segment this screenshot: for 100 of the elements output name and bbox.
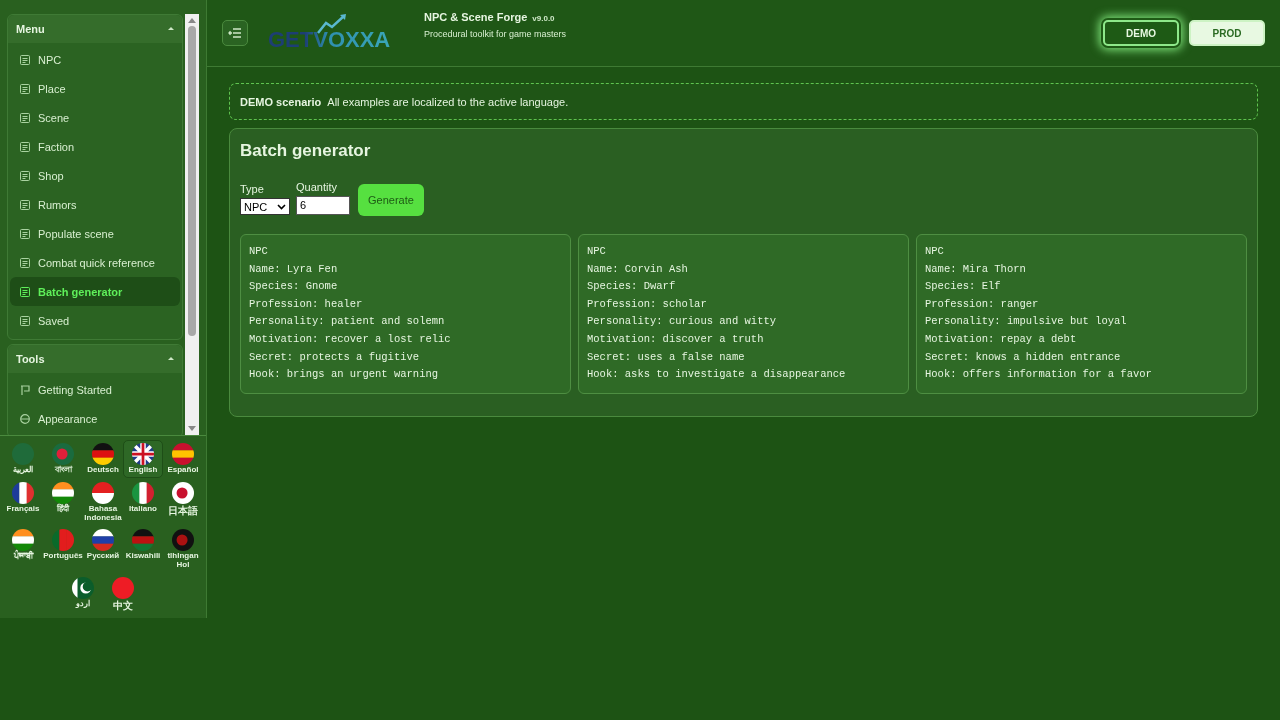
language-option[interactable]: Kiswahili bbox=[123, 526, 163, 573]
type-label: Type bbox=[240, 183, 265, 195]
menu-item[interactable]: Batch generator bbox=[10, 277, 180, 306]
flag-icon bbox=[112, 577, 134, 599]
result-line: Hook: brings an urgent warning bbox=[249, 367, 440, 383]
collapse-icon bbox=[168, 27, 174, 31]
result-line: Personality: impulsive but loyal bbox=[925, 314, 1128, 330]
language-option[interactable]: العربية bbox=[3, 440, 43, 478]
result-line: Name: Corvin Ash bbox=[587, 261, 689, 277]
language-option[interactable]: Bahasa Indonesia bbox=[83, 478, 123, 526]
document-icon bbox=[20, 257, 30, 268]
result-line: Species: Dwarf bbox=[587, 279, 677, 295]
section-header[interactable]: Menu bbox=[8, 15, 182, 43]
language-option[interactable]: tlhIngan Hol bbox=[163, 526, 203, 573]
language-option[interactable]: Русский bbox=[83, 526, 123, 573]
quantity-label: Quantity bbox=[296, 181, 338, 193]
language-option[interactable]: Deutsch bbox=[83, 440, 123, 478]
flag-icon bbox=[132, 443, 154, 465]
scrollbar[interactable] bbox=[185, 14, 199, 435]
language-option[interactable]: اردو bbox=[63, 574, 103, 614]
menu-item[interactable]: NPC bbox=[10, 45, 180, 74]
result-line: Name: Mira Thorn bbox=[925, 261, 1027, 277]
result-line: NPC bbox=[587, 244, 607, 259]
result-line: Motivation: discover a truth bbox=[587, 331, 765, 347]
language-option[interactable]: English bbox=[123, 440, 163, 478]
result-line: Name: Lyra Fen bbox=[249, 261, 339, 277]
menu-item[interactable]: Place bbox=[10, 74, 180, 103]
menu-item[interactable]: Saved bbox=[10, 306, 180, 335]
document-icon bbox=[20, 315, 30, 326]
menu-item[interactable]: Combat quick reference bbox=[10, 248, 180, 277]
result-line: Profession: ranger bbox=[925, 296, 1040, 312]
version-label: v9.0.0 bbox=[532, 14, 555, 23]
menu-item[interactable]: Getting Started bbox=[10, 375, 180, 404]
flag-icon bbox=[92, 481, 114, 504]
result-line: Personality: curious and witty bbox=[587, 314, 778, 330]
flag-icon bbox=[52, 443, 74, 465]
flag-icon bbox=[12, 529, 34, 552]
flag-icon bbox=[92, 529, 114, 552]
language-option[interactable]: Français bbox=[3, 478, 43, 526]
document-icon bbox=[20, 170, 30, 181]
language-option[interactable]: বাংলা bbox=[43, 440, 83, 478]
type-select[interactable]: NPC bbox=[240, 198, 290, 215]
flag-icon bbox=[52, 529, 74, 552]
result-line: Secret: protects a fugitive bbox=[249, 349, 421, 365]
sidebar-toggle-button[interactable] bbox=[222, 20, 248, 46]
document-icon bbox=[20, 141, 30, 152]
language-option[interactable]: हिंदी bbox=[43, 478, 83, 526]
app-title: NPC & Scene Forge bbox=[424, 11, 528, 23]
result-line: Motivation: recover a lost relic bbox=[249, 331, 452, 347]
scroll-down-icon[interactable] bbox=[188, 426, 196, 432]
document-icon bbox=[20, 54, 30, 65]
menu-item[interactable]: Populate scene bbox=[10, 219, 180, 248]
menu-item[interactable]: Shop bbox=[10, 161, 180, 190]
section-header[interactable]: Tools bbox=[8, 345, 182, 373]
scroll-up-icon[interactable] bbox=[188, 17, 196, 23]
mode-button[interactable]: DEMO bbox=[1103, 20, 1179, 46]
result-line: Hook: asks to investigate a disappearance bbox=[587, 367, 847, 383]
palette-icon bbox=[20, 413, 30, 424]
flag-icon bbox=[12, 481, 34, 504]
panel-title: Batch generator bbox=[240, 141, 372, 161]
result-line: Personality: patient and solemn bbox=[249, 314, 446, 330]
result-line: NPC bbox=[249, 244, 269, 259]
result-line: Profession: healer bbox=[249, 296, 364, 312]
result-line: NPC bbox=[925, 244, 945, 259]
flag-icon bbox=[72, 577, 94, 599]
menu-item[interactable]: Scene bbox=[10, 103, 180, 132]
language-option[interactable]: Português bbox=[43, 526, 83, 573]
collapse-sidebar-icon bbox=[228, 28, 242, 38]
flag-icon bbox=[172, 481, 194, 504]
document-icon bbox=[20, 83, 30, 94]
flag-icon bbox=[52, 481, 74, 504]
language-option[interactable]: 中文 bbox=[103, 574, 143, 614]
document-icon bbox=[20, 286, 30, 297]
document-icon bbox=[20, 112, 30, 123]
quantity-field[interactable]: 6 bbox=[296, 196, 350, 215]
language-option[interactable]: Español bbox=[163, 440, 203, 478]
notice-label: DEMO scenario bbox=[240, 95, 322, 108]
notice-text: All examples are localized to the active language. bbox=[327, 95, 569, 108]
language-option[interactable]: ਪੰਜਾਬੀ bbox=[3, 526, 43, 573]
flag-icon bbox=[132, 529, 154, 552]
collapse-icon bbox=[168, 357, 174, 361]
generate-button[interactable]: Generate bbox=[358, 184, 424, 216]
result-line: Secret: uses a false name bbox=[587, 349, 746, 365]
language-option[interactable]: 日本語 bbox=[163, 478, 203, 526]
flag-icon bbox=[12, 443, 34, 465]
result-line: Hook: offers information for a favor bbox=[925, 367, 1153, 383]
language-option[interactable]: Italiano bbox=[123, 478, 163, 526]
result-line: Species: Elf bbox=[925, 279, 1002, 295]
menu-item[interactable]: Appearance bbox=[10, 404, 180, 433]
menu-item[interactable]: Faction bbox=[10, 132, 180, 161]
menu-item[interactable]: Rumors bbox=[10, 190, 180, 219]
flag-icon bbox=[20, 384, 30, 395]
flag-icon bbox=[172, 443, 194, 465]
flag-icon bbox=[132, 481, 154, 504]
mode-button[interactable]: PROD bbox=[1189, 20, 1265, 46]
flag-icon bbox=[92, 443, 114, 465]
caret-icon bbox=[277, 203, 286, 210]
result-line: Profession: scholar bbox=[587, 296, 708, 312]
result-line: Secret: knows a hidden entrance bbox=[925, 349, 1122, 365]
result-line: Motivation: repay a debt bbox=[925, 331, 1078, 347]
